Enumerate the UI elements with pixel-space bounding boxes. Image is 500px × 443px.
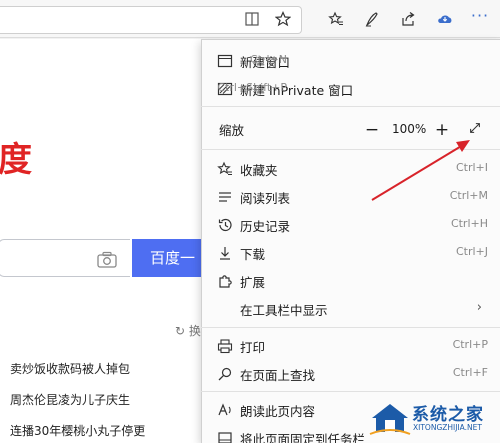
menu-item-reading-list[interactable]: 阅读列表 Ctrl+M	[201, 182, 500, 210]
news-item[interactable]: 卖炒饭收款码被人掉包	[10, 360, 130, 377]
news-item[interactable]: 连播30年樱桃小丸子停更	[10, 422, 145, 439]
watermark: 系统之家 XITONGZHIJIA.NET	[366, 392, 500, 443]
menu-divider	[201, 106, 500, 107]
pin-icon	[216, 429, 233, 443]
menu-item-inprivate[interactable]: 新建 InPrivate 窗口 Ctrl+Shift+P	[0, 74, 353, 102]
refresh-icon: ↻	[175, 324, 186, 338]
search-button[interactable]: 百度一	[132, 239, 212, 277]
menu-item-extensions[interactable]: 扩展	[201, 266, 500, 294]
share-icon[interactable]	[398, 9, 418, 29]
chevron-right-icon: ›	[476, 300, 482, 315]
print-icon	[216, 337, 233, 354]
menu-item-shortcut: Ctrl+N	[249, 53, 287, 66]
refresh-link[interactable]: ↻ 换	[175, 322, 201, 339]
menu-item-favorites[interactable]: 收藏夹 Ctrl+I	[201, 154, 500, 182]
history-icon	[216, 216, 233, 233]
read-aloud-icon	[216, 401, 233, 418]
camera-icon[interactable]	[96, 251, 118, 269]
menu-item-shortcut: Ctrl+H	[450, 217, 488, 230]
window-icon	[216, 52, 233, 69]
menu-item-downloads[interactable]: 下载 Ctrl+J	[201, 238, 500, 266]
zoom-level: 100%	[392, 122, 427, 136]
refresh-text: 换	[188, 324, 201, 338]
menu-divider	[201, 327, 500, 328]
house-logo-icon	[369, 404, 411, 435]
menu-item-show-in-toolbar[interactable]: 在工具栏中显示 ›	[201, 294, 500, 322]
reading-list-icon	[216, 188, 233, 205]
menu-divider	[201, 149, 500, 150]
menu-item-shortcut: Ctrl+F	[452, 366, 488, 379]
reading-view-icon[interactable]	[242, 9, 262, 29]
favorites-list-icon[interactable]	[326, 9, 346, 29]
menu-item-label: 下载	[240, 247, 266, 262]
menu-item-shortcut: Ctrl+M	[449, 189, 488, 202]
watermark-url: XITONGZHIJIA.NET	[413, 423, 482, 432]
zoom-in-button[interactable]: +	[432, 120, 452, 140]
pen-icon[interactable]	[362, 9, 382, 29]
cloud-icon[interactable]	[435, 9, 455, 29]
menu-item-shortcut: Ctrl+J	[455, 245, 488, 258]
menu-item-find[interactable]: 在页面上查找 Ctrl+F	[201, 359, 500, 387]
menu-item-label: 历史记录	[240, 219, 291, 234]
menu-item-label: 在工具栏中显示	[240, 303, 328, 318]
menu-item-shortcut: Ctrl+Shift+P	[217, 81, 287, 94]
search-icon	[216, 365, 233, 382]
download-icon	[216, 244, 233, 261]
more-icon[interactable]: ···	[466, 7, 494, 31]
menu-item-shortcut: Ctrl+I	[455, 161, 488, 174]
favorite-star-icon[interactable]	[273, 9, 293, 29]
menu-item-new-window[interactable]: 新建窗口 Ctrl+N	[0, 46, 299, 74]
menu-item-label: 在页面上查找	[240, 368, 316, 383]
zoom-out-button[interactable]: −	[362, 120, 382, 140]
menu-item-zoom: 缩放	[0, 114, 299, 142]
expand-icon[interactable]	[465, 120, 485, 140]
zoom-label: 缩放	[219, 123, 245, 138]
menu-item-label: 扩展	[240, 275, 266, 290]
menu-item-history[interactable]: 历史记录 Ctrl+H	[201, 210, 500, 238]
menu-item-label: 将此页面固定到任务栏	[240, 432, 366, 443]
star-list-icon	[216, 160, 233, 177]
menu-item-label: 收藏夹	[240, 163, 278, 178]
puzzle-icon	[216, 272, 233, 289]
menu-item-print[interactable]: 打印 Ctrl+P	[201, 331, 500, 359]
menu-item-label: 朗读此页内容	[240, 404, 316, 419]
watermark-title: 系统之家	[412, 405, 484, 425]
browser-toolbar: ···	[0, 0, 500, 38]
news-item[interactable]: 周杰伦昆凌为儿子庆生	[10, 391, 130, 408]
menu-item-label: 打印	[240, 340, 266, 355]
menu-item-label: 阅读列表	[240, 191, 291, 206]
menu-item-shortcut: Ctrl+P	[452, 338, 488, 351]
